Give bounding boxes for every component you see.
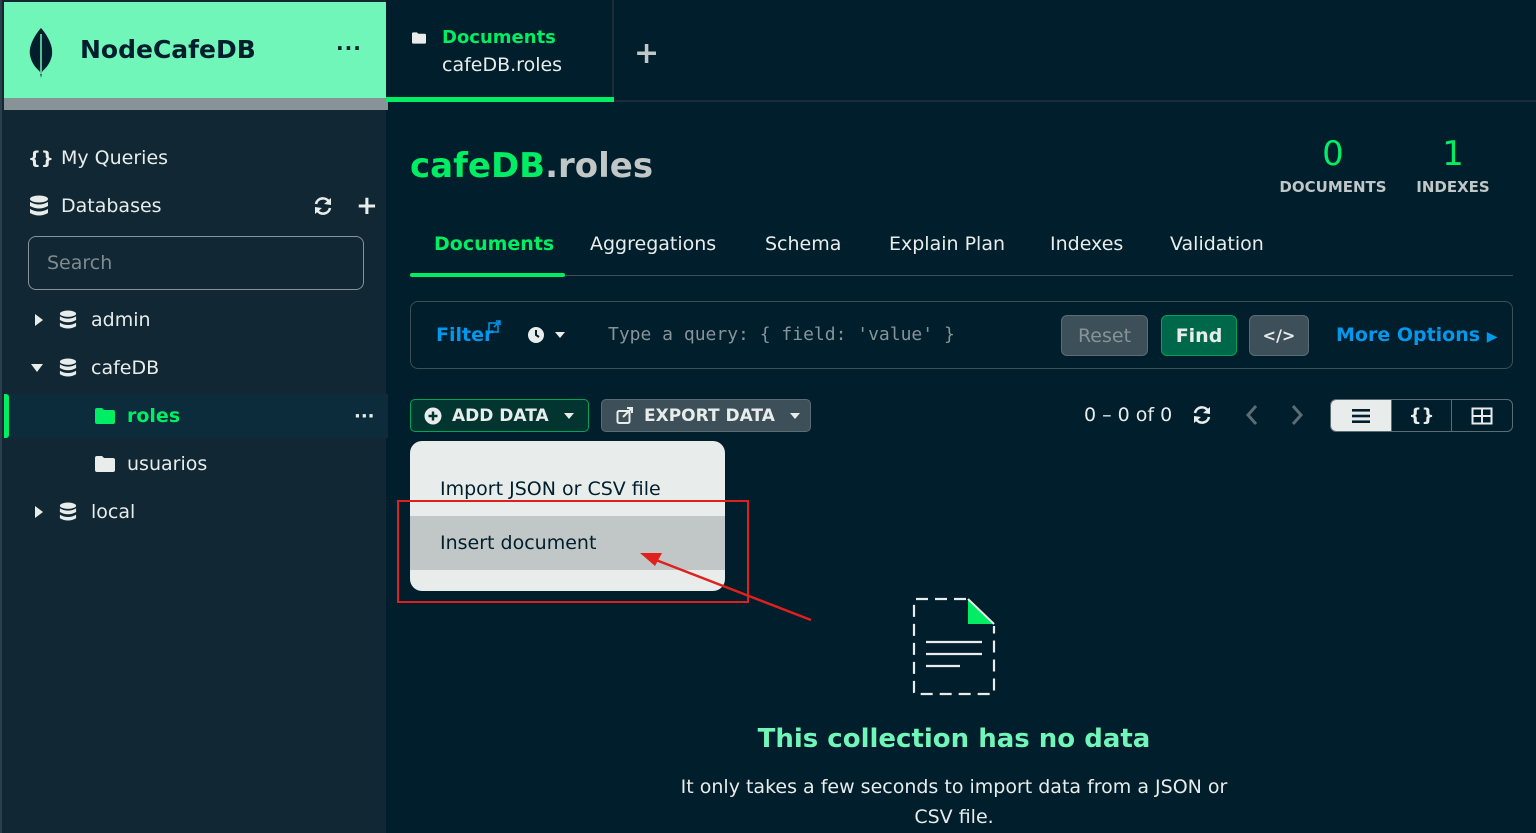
workspace-tab-documents[interactable]: Documents cafeDB.roles [386,0,614,102]
reset-button[interactable]: Reset [1061,315,1148,356]
pagination-text: 0 – 0 of 0 [1084,404,1173,426]
empty-state-title: This collection has no data [757,724,1151,754]
annotation-highlight-box [397,500,749,603]
code-view-button[interactable]: </> [1249,315,1309,356]
tab-schema[interactable]: Schema [765,233,841,255]
connection-menu-icon[interactable]: ··· [336,36,362,60]
documents-stat: 0 DOCUMENTS [1278,134,1388,196]
database-icon [59,358,77,377]
sidebar-item-label: roles [127,405,181,427]
sidebar-item-label: My Queries [61,147,169,169]
chevron-down-icon [563,412,574,419]
folder-icon [95,408,115,424]
sidebar-search-input[interactable] [28,236,364,290]
sidebar-item-label: cafeDB [91,357,160,379]
add-data-label: ADD DATA [452,405,549,426]
active-indicator [4,394,9,438]
sidebar-item-databases[interactable]: Databases + [4,184,388,228]
sidebar: NodeCafeDB ··· {} My Queries Databases +… [0,0,388,833]
list-icon [1351,408,1370,423]
sidebar-item-usuarios[interactable]: usuarios [4,442,388,486]
list-view-button[interactable] [1331,400,1391,431]
connection-name: NodeCafeDB [80,35,256,64]
export-data-label: EXPORT DATA [644,405,775,426]
find-button[interactable]: Find [1161,315,1237,356]
chevron-down-icon [789,412,800,419]
braces-icon: {} [1408,405,1435,426]
collection-title: cafeDB.roles [410,146,653,186]
external-link-icon[interactable] [488,320,501,333]
export-icon [616,406,633,424]
indexes-count: 1 [1442,134,1464,174]
json-view-button[interactable]: {} [1390,400,1452,431]
documents-count: 0 [1322,134,1344,174]
tab-documents-underline [410,273,565,277]
tab-validation[interactable]: Validation [1170,233,1264,255]
tab-indexes[interactable]: Indexes [1050,233,1123,255]
new-tab-icon[interactable]: + [634,36,659,71]
sidebar-item-label: usuarios [127,453,208,475]
export-data-button[interactable]: EXPORT DATA [601,399,811,432]
tab-explain-plan[interactable]: Explain Plan [889,233,1005,255]
collection-name: .roles [545,146,654,186]
indexes-label: INDEXES [1416,178,1490,196]
refresh-documents-icon[interactable] [1190,404,1214,426]
caret-right-icon[interactable] [34,314,44,326]
refresh-icon[interactable] [312,195,334,217]
sidebar-item-label: admin [91,309,151,331]
view-toggle-group: {} [1330,399,1513,432]
folder-icon [412,32,426,44]
chevron-left-icon[interactable] [1245,404,1259,426]
empty-document-icon [912,597,996,696]
database-icon [30,195,48,216]
tab-aggregations[interactable]: Aggregations [590,233,716,255]
sidebar-item-admin[interactable]: admin [4,298,388,342]
sidebar-item-cafedb[interactable]: cafeDB [4,346,388,390]
workspace-tab-subtitle: cafeDB.roles [442,54,563,76]
sidebar-divider [4,98,388,110]
chevron-right-icon[interactable] [1290,404,1304,426]
table-view-button[interactable] [1451,400,1512,431]
collection-subtabs: Documents Aggregations Schema Explain Pl… [410,230,1513,277]
plus-circle-icon [424,407,442,424]
connection-header[interactable]: NodeCafeDB ··· [4,2,388,98]
workspace-tabbar: Documents cafeDB.roles + [386,0,1536,102]
sidebar-item-roles[interactable]: roles ··· [4,394,388,438]
query-history-icon[interactable] [527,326,569,346]
more-options-link[interactable]: More Options ▶ [1336,324,1497,346]
more-options-label: More Options [1336,324,1481,346]
filter-label[interactable]: Filter [436,324,493,346]
documents-label: DOCUMENTS [1279,178,1387,196]
tab-documents[interactable]: Documents [434,233,554,255]
workspace-tab-underline [386,97,614,102]
indexes-stat: 1 INDEXES [1410,134,1496,196]
caret-down-icon[interactable] [31,363,43,373]
sidebar-item-label: Databases [61,195,162,217]
collection-db-name: cafeDB [410,146,546,186]
sidebar-item-label: local [91,501,136,523]
add-database-icon[interactable]: + [356,191,378,221]
add-data-button[interactable]: ADD DATA [410,399,589,432]
database-icon [59,310,77,329]
workspace-tab-title: Documents [442,27,556,48]
query-filter-input[interactable]: Type a query: { field: 'value' } [608,324,955,345]
mongodb-leaf-icon [29,28,53,78]
sidebar-item-local[interactable]: local [4,490,388,534]
table-icon [1471,407,1493,424]
collection-menu-icon[interactable]: ··· [354,406,375,427]
empty-state-description: It only takes a few seconds to import da… [680,776,1228,828]
folder-icon [95,456,115,472]
database-icon [59,502,77,521]
caret-right-icon: ▶ [1486,329,1498,345]
braces-icon: {} [28,147,54,169]
caret-right-icon[interactable] [34,506,44,518]
query-bar: Filter Type a query: { field: 'value' } … [410,301,1513,369]
sidebar-item-my-queries[interactable]: {} My Queries [4,136,388,180]
